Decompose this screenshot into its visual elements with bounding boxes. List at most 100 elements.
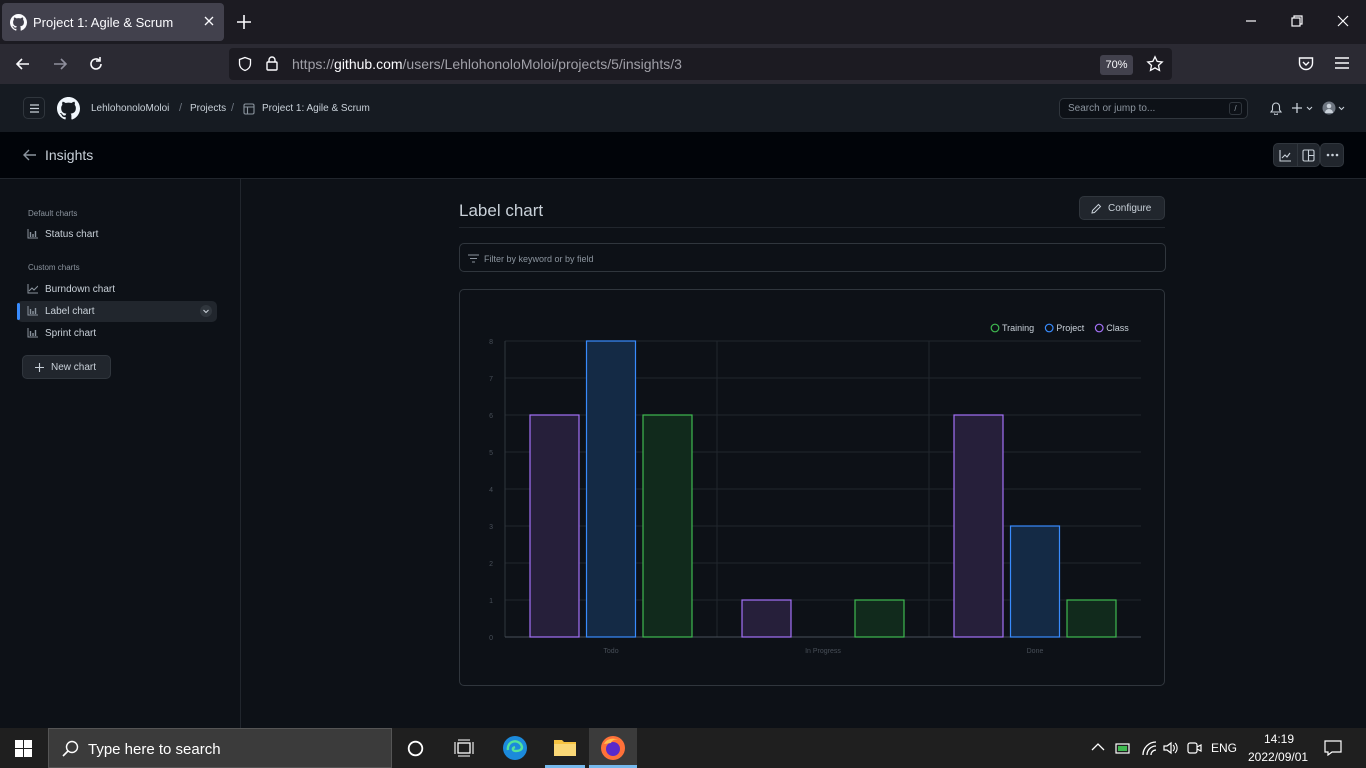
search-input[interactable]: Search or jump to... / [1059, 98, 1248, 119]
notifications-bell-icon[interactable] [1270, 102, 1282, 115]
clock-time[interactable]: 14:19 [1264, 732, 1294, 746]
url-domain: github.com [334, 56, 403, 72]
title-divider [459, 227, 1165, 228]
legend-label: Project [1056, 323, 1085, 333]
breadcrumb-project[interactable]: Project 1: Agile & Scrum [262, 103, 370, 114]
sidebar-item-label-chart[interactable]: Label chart [17, 301, 217, 322]
zoom-level-button[interactable]: 70% [1100, 55, 1133, 75]
search-shortcut-key: / [1229, 102, 1242, 115]
firefox-button[interactable] [589, 728, 637, 768]
wifi-icon[interactable] [1141, 740, 1157, 756]
taskbar-search-placeholder: Type here to search [88, 741, 221, 758]
bar-class [741, 599, 792, 638]
hamburger-icon [30, 104, 39, 113]
notification-center-icon[interactable] [1324, 740, 1342, 756]
windows-start-icon[interactable] [15, 740, 32, 757]
sidebar-layout-icon[interactable] [1302, 149, 1315, 162]
bar-project [1009, 525, 1061, 638]
label-bar-chart: 0 1 2 3 4 5 6 7 8 Todo In Progress Done Training Proj… [489, 323, 1141, 655]
volume-icon[interactable] [1162, 740, 1178, 756]
toolbar-divider [1297, 144, 1298, 166]
bar-chart-icon [27, 306, 38, 316]
firefox-icon [601, 736, 625, 760]
sidebar-item-label: Label chart [45, 306, 95, 317]
tab-title: Project 1: Agile & Scrum [33, 15, 174, 30]
url-prefix: https:// [292, 56, 335, 72]
more-options-button[interactable] [1320, 143, 1344, 167]
github-logo-icon[interactable] [57, 97, 80, 120]
bar-training [854, 599, 905, 638]
url-text[interactable]: https://github.com/users/LehlohonoloMolo… [292, 56, 682, 72]
sidebar-item-status-chart[interactable]: Status chart [17, 224, 217, 245]
item-options-icon[interactable] [199, 304, 213, 318]
user-avatar-icon[interactable] [1322, 101, 1346, 115]
search-placeholder: Search or jump to... [1068, 103, 1156, 114]
file-explorer-button[interactable] [545, 728, 585, 768]
search-icon [62, 740, 79, 757]
shield-icon[interactable] [237, 56, 253, 72]
chart-panel: 0 1 2 3 4 5 6 7 8 Todo In Progress Done Training Proj… [459, 289, 1165, 686]
bar-chart-icon [27, 328, 38, 338]
y-tick-label: 5 [489, 450, 493, 457]
plus-dropdown-icon[interactable] [1292, 102, 1314, 114]
project-table-icon [243, 103, 255, 115]
x-tick-label: Todo [603, 648, 618, 655]
default-charts-heading: Default charts [28, 209, 78, 218]
task-view-icon[interactable] [454, 739, 474, 757]
language-indicator[interactable]: ENG [1211, 741, 1237, 755]
cortana-icon[interactable] [407, 740, 424, 757]
pocket-icon[interactable] [1297, 55, 1315, 73]
sidebar-item-burndown-chart[interactable]: Burndown chart [17, 279, 217, 300]
close-tab-icon[interactable] [202, 14, 216, 28]
clock-date[interactable]: 2022/09/01 [1248, 750, 1308, 764]
minimize-icon[interactable] [1244, 14, 1258, 28]
bar-chart-icon [27, 229, 38, 239]
bar-class [529, 414, 580, 638]
forward-icon[interactable] [51, 55, 69, 73]
breadcrumb-user[interactable]: LehlohonoloMoloi [91, 103, 169, 114]
filter-input[interactable]: Filter by keyword or by field [459, 243, 1166, 272]
new-chart-button[interactable]: New chart [22, 355, 111, 379]
breadcrumb-separator: / [231, 102, 235, 114]
sidebar-item-label: Status chart [45, 229, 99, 240]
bar-project [585, 340, 637, 638]
pencil-icon [1091, 203, 1102, 214]
camera-icon[interactable] [1186, 740, 1202, 756]
taskbar-search-input[interactable]: Type here to search [48, 728, 392, 768]
breadcrumb-projects[interactable]: Projects [190, 103, 226, 114]
y-tick-label: 1 [489, 598, 493, 605]
insights-bar: Insights [0, 132, 1366, 179]
restore-icon[interactable] [1290, 14, 1304, 28]
y-tick-label: 4 [489, 487, 493, 494]
configure-button[interactable]: Configure [1079, 196, 1165, 220]
file-explorer-icon [554, 740, 576, 756]
new-tab-icon[interactable] [234, 12, 254, 32]
lock-icon[interactable] [265, 55, 279, 72]
url-bar[interactable]: https://github.com/users/LehlohonoloMolo… [229, 48, 1172, 80]
github-favicon-icon [10, 14, 27, 31]
x-tick-label: In Progress [805, 648, 841, 655]
reload-icon[interactable] [87, 55, 105, 73]
bookmark-star-icon[interactable] [1146, 55, 1164, 73]
layout-toggle-group [1273, 143, 1320, 167]
edge-browser-icon[interactable] [502, 735, 528, 761]
legend-swatch-training [990, 323, 1000, 333]
new-chart-label: New chart [51, 362, 97, 373]
line-chart-icon [27, 284, 38, 294]
close-window-icon[interactable] [1336, 14, 1350, 28]
legend-label: Training [1002, 323, 1034, 333]
battery-saver-icon[interactable] [1115, 740, 1133, 756]
sidebar-item-sprint-chart[interactable]: Sprint chart [17, 323, 217, 344]
back-arrow-icon[interactable] [22, 148, 37, 162]
page-title: Label chart [459, 201, 544, 220]
menu-icon[interactable] [1334, 55, 1350, 71]
y-tick-label: 8 [489, 339, 493, 346]
hamburger-button[interactable] [23, 97, 45, 119]
y-tick-label: 7 [489, 376, 493, 383]
sidebar-item-label: Burndown chart [45, 284, 116, 295]
tray-chevron-up-icon[interactable] [1091, 742, 1105, 752]
y-tick-label: 6 [489, 413, 493, 420]
back-icon[interactable] [14, 55, 32, 73]
browser-tab[interactable]: Project 1: Agile & Scrum [2, 3, 224, 41]
chart-view-icon[interactable] [1279, 149, 1292, 162]
